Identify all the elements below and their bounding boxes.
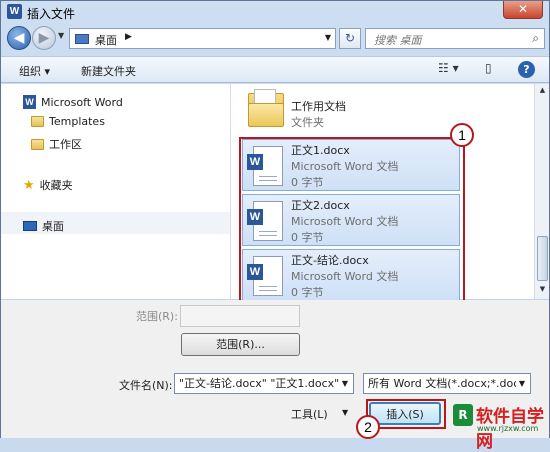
sidebar-item-microsoft-word[interactable]: W Microsoft Word: [23, 95, 123, 109]
navigation-bar: ◀ ▶ ▼ 桌面 ▶ ▼ ↻ 搜索 桌面 ⌕: [1, 23, 549, 53]
filetype-dropdown-icon[interactable]: ▼: [516, 374, 528, 393]
filetype-select[interactable]: 所有 Word 文档(*.docx;*.doc ▼: [363, 373, 531, 394]
word-app-icon: W: [7, 4, 22, 19]
range-button[interactable]: 范围(R)...: [181, 333, 300, 356]
new-folder-button[interactable]: 新建文件夹: [81, 63, 136, 79]
filename-dropdown-icon[interactable]: ▼: [339, 374, 351, 393]
back-button[interactable]: ◀: [7, 26, 31, 50]
scrollbar-thumb[interactable]: [537, 236, 548, 281]
window-title: 插入文件: [27, 7, 76, 21]
toolbar: 组织 ▾ 新建文件夹 ☷ ▾ ▯ ?: [1, 56, 549, 83]
organize-menu[interactable]: 组织 ▾: [19, 63, 50, 79]
scroll-down-icon[interactable]: ▼: [537, 285, 548, 297]
folder-icon: [248, 89, 284, 127]
title-bar: W 插入文件 ✕: [1, 1, 549, 23]
filetype-value: 所有 Word 文档(*.docx;*.doc: [368, 377, 520, 390]
folder-icon: [31, 138, 44, 150]
search-placeholder: 搜索 桌面: [374, 34, 422, 47]
vertical-scrollbar[interactable]: ▲ ▼: [534, 84, 549, 299]
filename-value: "正文-结论.docx" "正文1.docx" ": [179, 377, 348, 390]
folder-name: 工作用文档: [291, 100, 346, 113]
star-icon: ★: [23, 177, 35, 193]
help-icon[interactable]: ?: [518, 61, 535, 78]
watermark-logo: R 软件自学网 www.rjzxw.com: [453, 400, 548, 451]
selection-highlight-box: [239, 137, 465, 303]
sidebar-item-label: Templates: [49, 115, 105, 128]
desktop-icon: [75, 34, 89, 44]
forward-button[interactable]: ▶: [32, 26, 56, 50]
preview-pane-icon[interactable]: ▯: [485, 61, 492, 79]
range-input: [180, 305, 300, 327]
annotation-marker-2: 2: [356, 415, 380, 439]
scroll-up-icon[interactable]: ▲: [537, 86, 548, 98]
sidebar-item-desktop[interactable]: 桌面: [23, 218, 64, 234]
breadcrumb-arrow-icon[interactable]: ▶: [125, 32, 132, 42]
logo-icon: R: [453, 404, 473, 426]
sidebar-item-favorites[interactable]: ★ 收藏夹: [23, 177, 73, 193]
search-input[interactable]: 搜索 桌面 ⌕: [365, 28, 545, 49]
sidebar-item-workspace[interactable]: 工作区: [31, 136, 82, 152]
view-options-icon[interactable]: ☷ ▾: [438, 61, 459, 79]
history-dropdown-icon[interactable]: ▼: [58, 31, 64, 40]
word-icon: W: [23, 95, 36, 109]
tools-menu[interactable]: 工具(L): [291, 406, 328, 422]
sidebar-item-label: 收藏夹: [39, 179, 73, 192]
insert-button[interactable]: 插入(S): [369, 402, 441, 425]
sidebar-item-label: Microsoft Word: [41, 95, 123, 109]
navigation-pane: W Microsoft Word Templates 工作区 ★ 收藏夹 桌面: [1, 84, 231, 299]
dialog-footer: 范围(R): 范围(R)... 文件名(N): "正文-结论.docx" "正文…: [1, 300, 549, 451]
annotation-marker-1: 1: [450, 123, 474, 147]
desktop-icon: [23, 221, 37, 231]
sidebar-item-label: 桌面: [42, 220, 64, 233]
watermark-url: www.rjzxw.com: [477, 424, 539, 433]
refresh-button[interactable]: ↻: [339, 28, 361, 49]
sidebar-item-label: 工作区: [49, 138, 82, 151]
search-icon: ⌕: [532, 31, 539, 45]
close-button[interactable]: ✕: [503, 1, 543, 19]
address-text: 桌面: [95, 34, 117, 47]
insert-file-dialog: W 插入文件 ✕ ◀ ▶ ▼ 桌面 ▶ ▼ ↻ 搜索 桌面 ⌕ 组织 ▾ 新建文…: [0, 0, 550, 451]
folder-type: 文件夹: [291, 116, 324, 129]
folder-icon: [31, 116, 44, 127]
address-dropdown-icon[interactable]: ▼: [325, 33, 331, 42]
filename-input[interactable]: "正文-结论.docx" "正文1.docx" " ▼: [174, 373, 354, 394]
address-bar[interactable]: 桌面 ▶ ▼: [69, 28, 336, 49]
range-label: 范围(R):: [136, 310, 178, 323]
sidebar-item-templates[interactable]: Templates: [31, 115, 105, 128]
tools-dropdown-icon[interactable]: ▼: [342, 408, 348, 417]
filename-label: 文件名(N):: [119, 379, 173, 392]
